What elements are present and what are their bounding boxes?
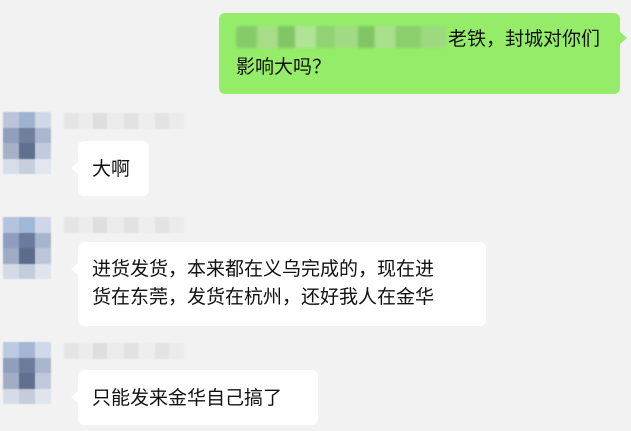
outgoing-message-bubble[interactable]: 老铁，封城对你们 影响大吗？: [219, 13, 627, 94]
incoming-message-bubble[interactable]: 只能发来金华自己搞了: [71, 370, 318, 425]
chat-window: { "outgoing_message": { "line1_visible":…: [0, 0, 631, 431]
incoming-message-bubble[interactable]: 进货发货，本来都在义乌完成的，现在进 货在东莞，发货在杭州，还好我人在金华: [71, 242, 486, 326]
contact-avatar[interactable]: [3, 217, 51, 279]
outgoing-bubble-tail: [619, 31, 627, 45]
message-text: 只能发来金华自己搞了: [92, 387, 283, 409]
incoming-message-bubble[interactable]: 大啊: [71, 141, 149, 196]
message-text-line-2: 货在东莞，发货在杭州，还好我人在金华: [92, 286, 435, 308]
message-text-line-1: 进货发货，本来都在义乌完成的，现在进: [92, 258, 435, 280]
incoming-bubble-tail: [71, 390, 79, 404]
redacted-name-blur: [236, 26, 446, 48]
message-text: 大啊: [92, 158, 131, 180]
sender-name-blurred: [64, 343, 184, 359]
outgoing-message-line-2: 影响大吗？: [236, 56, 332, 78]
outgoing-message-line-1: 老铁，封城对你们: [236, 25, 606, 53]
sender-name-blurred: [64, 113, 184, 129]
contact-avatar[interactable]: [3, 112, 51, 174]
contact-avatar[interactable]: [3, 342, 51, 404]
incoming-bubble-tail: [71, 161, 79, 175]
sender-name-blurred: [64, 217, 184, 233]
incoming-bubble-tail: [71, 262, 79, 276]
outgoing-message-line-1-text: 老铁，封城对你们: [448, 28, 601, 50]
